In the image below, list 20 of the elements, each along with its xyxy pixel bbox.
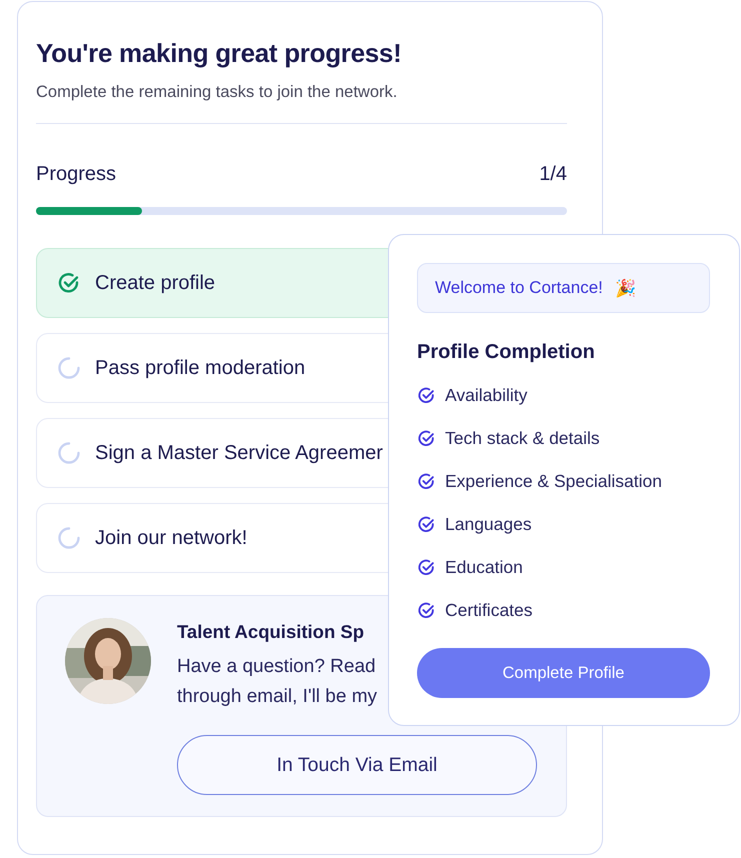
checklist-item: Languages [445, 514, 532, 534]
spinner-icon [57, 526, 81, 550]
checklist-item: Certificates [445, 600, 533, 620]
check-circle-icon [57, 271, 81, 295]
task-label: Create profile [95, 272, 216, 294]
task-label: Pass profile moderation [95, 356, 306, 380]
card-subtitle: Complete the remaining tasks to join the network. [36, 83, 398, 102]
contact-title: Talent Acquisition Sp [177, 621, 364, 643]
progress-count: 1/4 [539, 163, 567, 186]
card-title: You're making great progress! [36, 38, 402, 69]
spinner-icon [57, 356, 81, 380]
party-icon: 🎉 [614, 278, 636, 298]
contact-message: Have a question? Read through email, I'll be my [177, 655, 378, 709]
checklist-item: Availability [445, 384, 528, 406]
complete-profile-button[interactable]: Complete Profile [417, 648, 710, 698]
task-label: Join our network! [95, 526, 248, 550]
progress-label: Progress [36, 163, 116, 186]
spinner-icon [57, 441, 81, 465]
task-label: Sign a Master Service Agreemer [95, 442, 383, 464]
email-button[interactable]: In Touch Via Email [177, 735, 537, 795]
